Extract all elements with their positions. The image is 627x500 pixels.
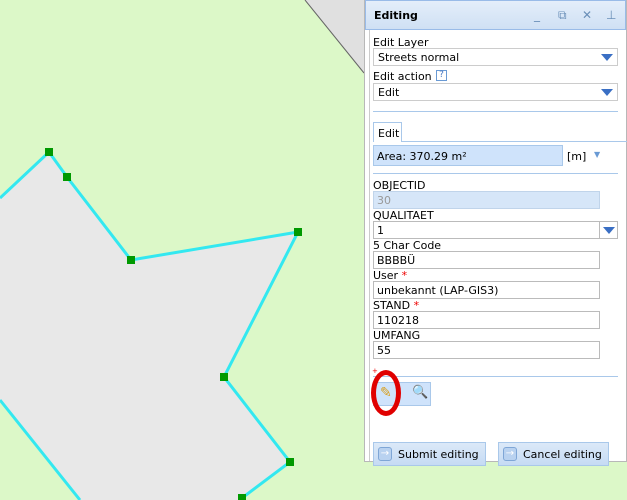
editing-panel: Editing _ ⧉ ✕ ⊥ Edit Layer Streets norma… [364, 0, 627, 466]
unit-chevron-icon[interactable]: ▼ [594, 150, 600, 159]
close-icon[interactable]: ✕ [582, 8, 592, 22]
unit-select[interactable]: [m] [567, 150, 586, 163]
panel-header[interactable]: Editing _ ⧉ ✕ ⊥ [365, 0, 626, 30]
red-annotation-circle [371, 370, 401, 416]
minimize-icon[interactable]: _ [534, 8, 540, 22]
help-icon[interactable]: ? [436, 70, 447, 81]
edited-polygon[interactable] [0, 152, 298, 500]
tab-edit-label: Edit [378, 127, 400, 140]
pin-icon[interactable]: ⊥ [606, 8, 616, 22]
chevron-down-icon [601, 54, 613, 61]
vertex-handle[interactable] [286, 458, 294, 466]
arrow-right-icon: → [378, 447, 392, 461]
cancel-editing-button[interactable]: → Cancel editing [498, 442, 609, 466]
zoom-magnifier-icon[interactable]: 🔍 [412, 385, 428, 400]
area-display: Area: 370.29 m² [373, 145, 563, 166]
objectid-field: 30 [373, 191, 600, 209]
edit-action-select[interactable]: Edit [373, 83, 618, 101]
divider [373, 111, 618, 112]
edit-layer-select[interactable]: Streets normal [373, 48, 618, 66]
edit-action-value: Edit [378, 86, 400, 99]
divider [373, 376, 618, 377]
tab-strip-line [373, 141, 627, 142]
submit-label: Submit editing [398, 448, 479, 461]
edit-action-label: Edit action [373, 70, 432, 83]
stand-field[interactable]: 110218 [373, 311, 600, 329]
qualitaet-value: 1 [377, 224, 384, 237]
tab-edit[interactable]: Edit [373, 122, 402, 142]
restore-icon[interactable]: ⧉ [558, 8, 567, 23]
divider [373, 173, 618, 174]
qualitaet-select[interactable]: 1 [373, 221, 618, 239]
vertex-handle[interactable] [294, 228, 302, 236]
umfang-field[interactable]: 55 [373, 341, 600, 359]
submit-editing-button[interactable]: → Submit editing [373, 442, 486, 466]
arrow-right-icon: → [503, 447, 517, 461]
vertex-handle[interactable] [45, 148, 53, 156]
area-text: Area: 370.29 m² [377, 150, 467, 163]
panel-title: Editing [374, 9, 418, 22]
vertex-handle[interactable] [220, 373, 228, 381]
vertex-handle[interactable] [63, 173, 71, 181]
chevron-down-icon[interactable] [599, 221, 618, 239]
vertex-handle[interactable] [238, 494, 246, 500]
edit-layer-value: Streets normal [378, 51, 460, 64]
chevron-down-icon [601, 89, 613, 96]
user-field[interactable]: unbekannt (LAP-GIS3) [373, 281, 600, 299]
char-code-field[interactable]: BBBBÜ [373, 251, 600, 269]
vertex-handle[interactable] [127, 256, 135, 264]
cancel-label: Cancel editing [523, 448, 602, 461]
